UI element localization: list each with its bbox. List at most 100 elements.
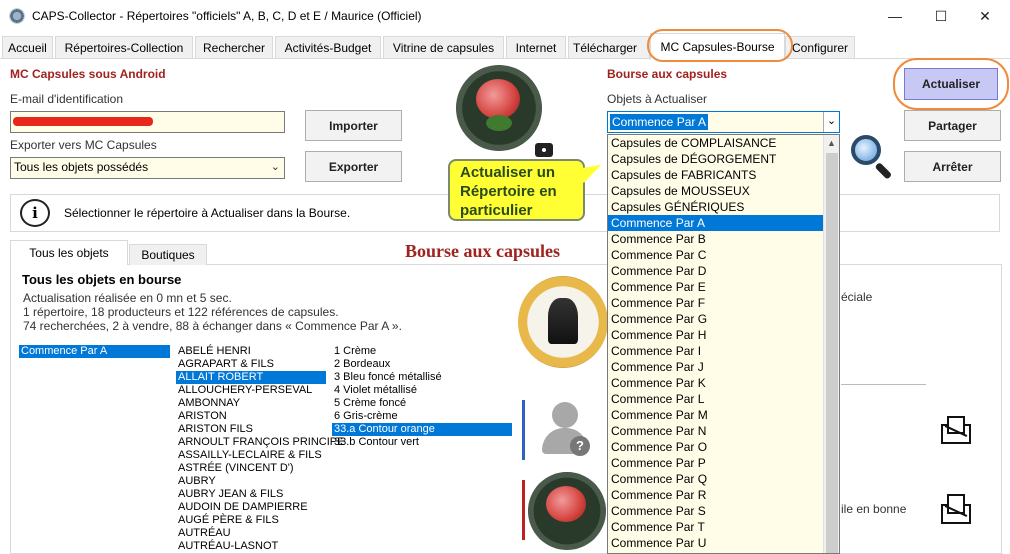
list-item[interactable]: AUTRÉAU-LASNOT (176, 540, 326, 553)
list-item[interactable]: 3 Bleu foncé métallisé (332, 371, 512, 384)
list-item[interactable]: ALLAIT ROBERT (176, 371, 326, 384)
subtab-boutiques[interactable]: Boutiques (129, 244, 207, 265)
list-item[interactable]: 6 Gris-crème (332, 410, 512, 423)
dropdown-item[interactable]: Capsules de MOUSSEUX (608, 183, 824, 199)
list-item[interactable]: 2 Bordeaux (332, 358, 512, 371)
list-item[interactable]: AUGÉ PÈRE & FILS (176, 514, 326, 527)
list-item[interactable]: AUTRÉAU (176, 527, 326, 540)
list-item[interactable]: Commence Par A (19, 345, 170, 358)
envelope-icon[interactable] (941, 416, 971, 444)
close-button[interactable]: ✕ (962, 0, 1008, 32)
envelope-icon[interactable] (941, 494, 971, 524)
list-item[interactable]: ABELÉ HENRI (176, 345, 326, 358)
dropdown-item[interactable]: Commence Par D (608, 263, 824, 279)
dropdown-item[interactable]: Commence Par E (608, 279, 824, 295)
dropdown-item[interactable]: Commence Par L (608, 391, 824, 407)
dropdown-items: Capsules de COMPLAISANCE Capsules de DÉGO… (608, 135, 839, 551)
tab-configurer[interactable]: Configurer (785, 36, 855, 58)
list-item[interactable]: AGRAPART & FILS (176, 358, 326, 371)
tab-repertoires-collection[interactable]: Répertoires-Collection (55, 36, 193, 58)
list-item[interactable]: AUDOIN DE DAMPIERRE (176, 501, 326, 514)
list-item[interactable]: 1 Crème (332, 345, 512, 358)
dropdown-item[interactable]: Commence Par I (608, 343, 824, 359)
status-line-1: Actualisation réalisée en 0 mn et 5 sec. (23, 291, 232, 305)
stop-button[interactable]: Arrêter (904, 151, 1001, 182)
app-icon (9, 8, 25, 24)
refresh-button[interactable]: Actualiser (904, 68, 998, 100)
list-item[interactable]: ASTRÉE (VINCENT D') (176, 462, 326, 475)
objects-select[interactable]: Commence Par A ⌄ (607, 111, 840, 133)
repertoires-list[interactable]: Commence Par A (19, 345, 170, 358)
dropdown-item[interactable]: Capsules de COMPLAISANCE (608, 135, 824, 151)
tab-internet[interactable]: Internet (506, 36, 566, 58)
capsule-image-rose (456, 65, 542, 151)
scrollbar-thumb[interactable] (826, 153, 838, 553)
list-item[interactable]: AUBRY JEAN & FILS (176, 488, 326, 501)
info-message: Sélectionner le répertoire à Actualiser … (64, 206, 351, 220)
chevron-down-icon: ⌄ (270, 161, 280, 173)
email-field[interactable] (10, 111, 285, 133)
list-item[interactable]: ARISTON (176, 410, 326, 423)
dropdown-item[interactable]: Commence Par K (608, 375, 824, 391)
import-button[interactable]: Importer (305, 110, 402, 141)
list-item[interactable]: ARISTON FILS (176, 423, 326, 436)
dropdown-item[interactable]: Commence Par M (608, 407, 824, 423)
user-unknown-icon: ? (540, 400, 592, 458)
list-item[interactable]: AMBONNAY (176, 397, 326, 410)
dropdown-item[interactable]: Commence Par Q (608, 471, 824, 487)
dropdown-item[interactable]: Commence Par B (608, 231, 824, 247)
tab-rechercher[interactable]: Rechercher (195, 36, 273, 58)
capsules-list[interactable]: 1 Crème 2 Bordeaux 3 Bleu foncé métallisé 4… (332, 345, 512, 449)
objects-dropdown-list[interactable]: Capsules de COMPLAISANCE Capsules de DÉGO… (607, 134, 840, 554)
dropdown-item[interactable]: Commence Par H (608, 327, 824, 343)
list-item[interactable]: 33.b Contour vert (332, 436, 512, 449)
chevron-down-icon[interactable]: ⌄ (823, 112, 839, 132)
dropdown-item[interactable]: Commence Par C (608, 247, 824, 263)
dropdown-item[interactable]: Commence Par N (608, 423, 824, 439)
camera-icon[interactable] (535, 143, 553, 157)
capsule-image-gold (518, 276, 608, 368)
minimize-button[interactable]: — (872, 0, 918, 32)
list-item[interactable]: 4 Violet métallisé (332, 384, 512, 397)
list-item[interactable]: 5 Crème foncé (332, 397, 512, 410)
list-item[interactable]: ARNOULT FRANÇOIS PRINCIPE (176, 436, 344, 449)
tab-accueil[interactable]: Accueil (2, 36, 53, 58)
partial-text-1: éciale (841, 290, 873, 304)
tab-activites-budget[interactable]: Activités-Budget (275, 36, 381, 58)
status-line-3: 74 recherchées, 2 à vendre, 88 à échange… (23, 319, 402, 333)
search-icon[interactable] (851, 135, 881, 165)
tab-telecharger[interactable]: Télécharger (568, 36, 650, 58)
scroll-up-icon[interactable]: ▲ (827, 138, 836, 148)
capsule-image-rose-small (528, 472, 606, 550)
dropdown-scrollbar[interactable]: ▲ (823, 135, 839, 553)
maximize-button[interactable]: ☐ (918, 0, 964, 32)
dropdown-item[interactable]: Commence Par O (608, 439, 824, 455)
tab-vitrine[interactable]: Vitrine de capsules (383, 36, 504, 58)
dropdown-item[interactable]: Capsules de DÉGORGEMENT (608, 151, 824, 167)
list-item[interactable]: AUBRY (176, 475, 326, 488)
leaf-icon (486, 115, 512, 131)
rose-icon (476, 79, 520, 119)
subtab-tous-les-objets[interactable]: Tous les objets (10, 240, 128, 265)
list-item[interactable]: 33.a Contour orange (332, 423, 512, 436)
dropdown-item[interactable]: Commence Par U (608, 535, 824, 551)
dropdown-item[interactable]: Commence Par F (608, 295, 824, 311)
export-button[interactable]: Exporter (305, 151, 402, 182)
list-item[interactable]: ALLOUCHERY-PERSEVAL (176, 384, 326, 397)
export-label: Exporter vers MC Capsules (10, 138, 157, 152)
dropdown-item[interactable]: Commence Par R (608, 487, 824, 503)
share-button[interactable]: Partager (904, 110, 1001, 141)
dropdown-item[interactable]: Commence Par P (608, 455, 824, 471)
dropdown-item[interactable]: Commence Par S (608, 503, 824, 519)
dropdown-item[interactable]: Capsules GÉNÉRIQUES (608, 199, 824, 215)
objects-label: Objets à Actualiser (607, 92, 708, 106)
dropdown-item[interactable]: Commence Par G (608, 311, 824, 327)
dropdown-item[interactable]: Capsules de FABRICANTS (608, 167, 824, 183)
search-icon-handle (874, 162, 893, 180)
dropdown-item[interactable]: Commence Par A (608, 215, 824, 231)
list-item[interactable]: ASSAILLY-LECLAIRE & FILS (176, 449, 326, 462)
producers-list[interactable]: ABELÉ HENRI AGRAPART & FILS ALLAIT ROBERT A… (176, 345, 344, 553)
dropdown-item[interactable]: Commence Par J (608, 359, 824, 375)
dropdown-item[interactable]: Commence Par T (608, 519, 824, 535)
export-select[interactable]: Tous les objets possédés ⌄ (10, 157, 285, 179)
